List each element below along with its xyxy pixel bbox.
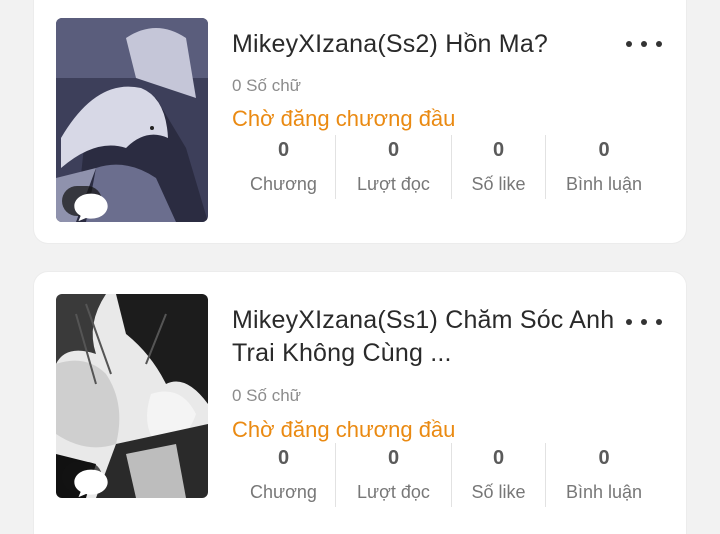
stat-reads: 0 Lượt đọc xyxy=(336,135,452,199)
stat-value: 0 xyxy=(598,139,610,161)
story-title[interactable]: MikeyXIzana(Ss2) Hồn Ma? xyxy=(232,28,616,61)
stat-value: 0 xyxy=(387,139,400,161)
chat-bubble-icon xyxy=(62,462,108,498)
more-options-icon[interactable] xyxy=(626,34,662,54)
stat-likes: 0 Số like xyxy=(452,443,546,507)
stat-value: 0 xyxy=(277,139,290,161)
more-options-icon[interactable] xyxy=(626,312,662,332)
stat-likes: 0 Số like xyxy=(452,135,546,199)
story-cover-image[interactable] xyxy=(56,294,208,498)
stat-label: Số like xyxy=(471,482,526,502)
story-card[interactable]: MikeyXIzana(Ss1) Chăm Sóc Anh Trai Không… xyxy=(34,272,686,534)
stat-label: Số like xyxy=(471,174,526,194)
stat-value: 0 xyxy=(387,447,400,469)
story-cover-image[interactable] xyxy=(56,18,208,222)
stat-reads: 0 Lượt đọc xyxy=(336,443,452,507)
stat-chapters: 0 Chương xyxy=(232,443,336,507)
word-count: 0 Số chữ xyxy=(232,386,302,405)
stats-row: 0 Chương 0 Lượt đọc 0 Số like 0 Bình luậ… xyxy=(232,443,662,507)
status-text: Chờ đăng chương đầu xyxy=(232,417,456,442)
stat-value: 0 xyxy=(277,447,290,469)
stat-value: 0 xyxy=(598,447,610,469)
chat-bubble-icon xyxy=(62,186,108,222)
stats-row: 0 Chương 0 Lượt đọc 0 Số like 0 Bình luậ… xyxy=(232,135,662,199)
stat-comments: 0 Bình luận xyxy=(546,443,662,507)
stat-label: Chương xyxy=(250,174,317,194)
stat-label: Chương xyxy=(250,482,317,502)
stat-comments: 0 Bình luận xyxy=(546,135,662,199)
stat-label: Bình luận xyxy=(565,174,643,194)
stat-chapters: 0 Chương xyxy=(232,135,336,199)
stat-label: Bình luận xyxy=(565,482,643,502)
stat-value: 0 xyxy=(492,447,505,469)
stat-label: Lượt đọc xyxy=(357,482,430,502)
stat-label: Lượt đọc xyxy=(357,174,430,194)
story-card[interactable]: MikeyXIzana(Ss2) Hồn Ma? 0 Số chữ Chờ đă… xyxy=(34,0,686,243)
story-title[interactable]: MikeyXIzana(Ss1) Chăm Sóc Anh Trai Không… xyxy=(232,304,616,370)
word-count: 0 Số chữ xyxy=(232,76,302,95)
stat-value: 0 xyxy=(492,139,505,161)
status-text: Chờ đăng chương đầu xyxy=(232,106,456,131)
